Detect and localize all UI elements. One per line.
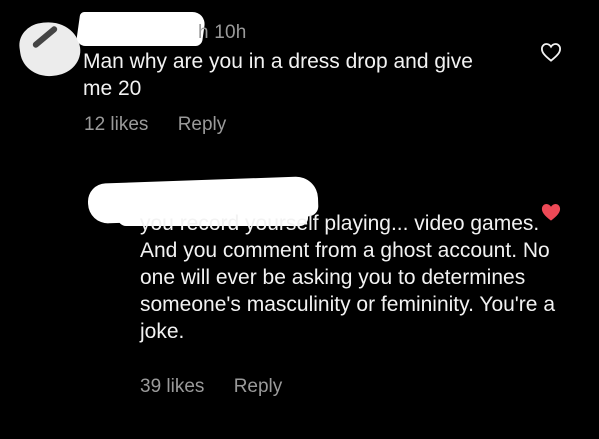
username-redacted[interactable] xyxy=(75,12,207,46)
reply-button[interactable]: Reply xyxy=(178,114,227,135)
likes-count[interactable]: 39 likes xyxy=(140,376,204,397)
comment-actions: 39 likes Reply xyxy=(140,376,306,398)
heart-filled-icon[interactable] xyxy=(540,202,562,222)
comment-text: you record yourself playing... video gam… xyxy=(140,212,555,343)
comment-timestamp: h 10h xyxy=(198,22,247,43)
comment-1: h 10h Man why are you in a dress drop an… xyxy=(0,0,599,150)
likes-count[interactable]: 12 likes xyxy=(84,114,148,135)
heart-outline-icon[interactable] xyxy=(540,42,562,62)
reply-button[interactable]: Reply xyxy=(234,376,283,397)
comment-2: you record yourself playing... video gam… xyxy=(0,170,599,439)
comment-text: Man why are you in a dress drop and give… xyxy=(83,50,473,100)
comment-actions: 12 likes Reply xyxy=(84,114,250,136)
